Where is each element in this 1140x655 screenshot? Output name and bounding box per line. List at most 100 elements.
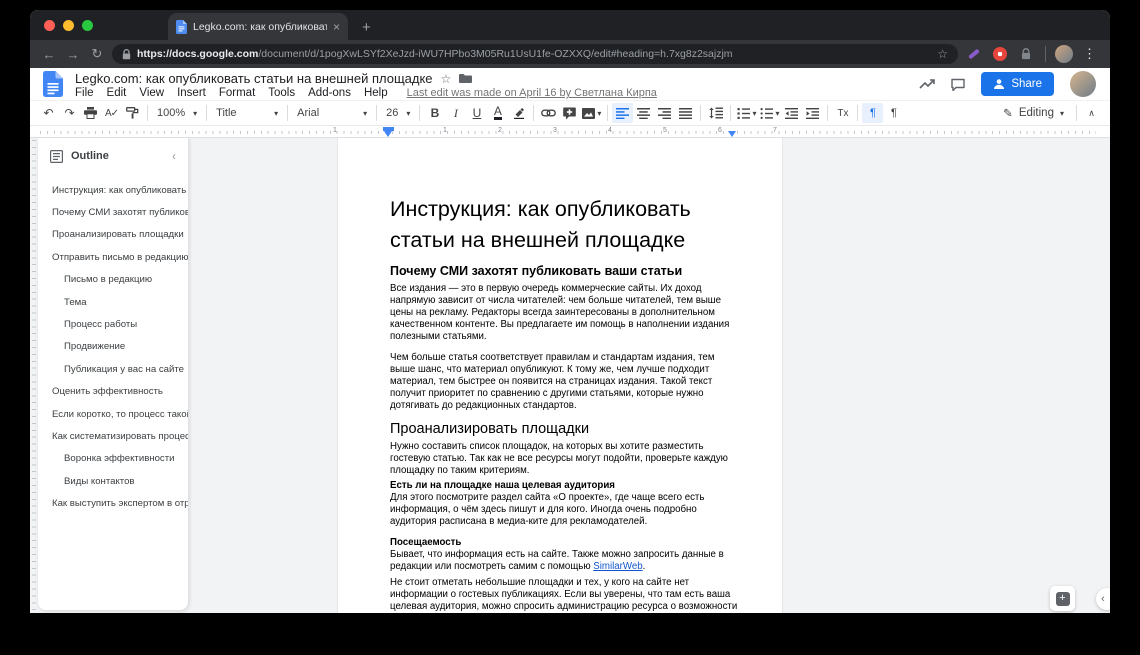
right-indent-marker[interactable]	[728, 131, 736, 137]
browser-profile-avatar[interactable]	[1055, 45, 1073, 63]
outline-item[interactable]: Процесс работы	[38, 313, 188, 335]
comments-icon[interactable]	[951, 78, 966, 91]
menu-item[interactable]: View	[139, 87, 164, 99]
outline-item[interactable]: Отправить письмо в редакцию	[38, 246, 188, 268]
redo-button[interactable]: ↷	[59, 103, 80, 123]
undo-button[interactable]: ↶	[38, 103, 59, 123]
insert-image-icon[interactable]: ▾	[580, 103, 603, 123]
back-button[interactable]: ←	[40, 47, 58, 62]
new-tab-button[interactable]: +	[362, 20, 371, 35]
highlight-color-icon[interactable]	[508, 103, 529, 123]
align-right-button[interactable]	[654, 103, 675, 123]
menu-item[interactable]: Add-ons	[308, 87, 351, 99]
outline-item[interactable]: Инструкция: как опубликовать с...	[38, 179, 188, 201]
increase-indent-button[interactable]	[802, 103, 823, 123]
ruler-number: 1	[443, 127, 447, 134]
add-comment-icon[interactable]	[559, 103, 580, 123]
menu-item[interactable]: File	[75, 87, 94, 99]
doc-paragraph[interactable]: Не стоит отметать небольшие площадки и т…	[390, 577, 738, 613]
font-size-select[interactable]: 26 ▾	[381, 103, 415, 123]
outline-item[interactable]: Виды контактов	[38, 470, 188, 492]
clear-formatting-button[interactable]: Tx	[832, 103, 853, 123]
browser-tab[interactable]: Legko.com: как опубликовать ×	[168, 13, 348, 40]
menu-item[interactable]: Edit	[107, 87, 127, 99]
outline-item[interactable]: Как систематизировать процесс	[38, 425, 188, 447]
left-indent-marker[interactable]	[384, 131, 392, 137]
zoom-select[interactable]: 100% ▾	[152, 103, 202, 123]
outline-item[interactable]: Как выступить экспертом в отр...	[38, 492, 188, 514]
chevron-down-icon: ▾	[406, 108, 411, 118]
underline-button[interactable]: U	[466, 103, 487, 123]
bookmark-star-icon[interactable]: ☆	[937, 47, 948, 61]
menu-item[interactable]: Tools	[268, 87, 295, 99]
insights-icon[interactable]	[919, 78, 936, 90]
doc-paragraph[interactable]: Для этого посмотрите раздел сайта «О про…	[390, 492, 738, 528]
doc-paragraph[interactable]: Нужно составить список площадок, на кото…	[390, 441, 738, 477]
print-icon[interactable]	[80, 103, 101, 123]
outline-item[interactable]: Почему СМИ захотят публикова...	[38, 201, 188, 223]
align-center-button[interactable]	[633, 103, 654, 123]
outline-item[interactable]: Публикация у вас на сайте	[38, 358, 188, 380]
share-button[interactable]: Share	[981, 72, 1054, 96]
outline-item[interactable]: Воронка эффективности	[38, 448, 188, 470]
minimize-window-button[interactable]	[63, 20, 74, 31]
menu-item[interactable]: Help	[364, 87, 388, 99]
text-direction-ltr-button[interactable]: ¶	[862, 103, 884, 123]
close-window-button[interactable]	[44, 20, 55, 31]
first-line-indent-marker[interactable]	[383, 127, 394, 131]
numbered-list-button[interactable]: ▾	[735, 103, 758, 123]
insert-link-icon[interactable]	[538, 103, 559, 123]
document-title[interactable]: Legko.com: как опубликовать статьи на вн…	[75, 71, 433, 86]
align-justify-button[interactable]	[675, 103, 696, 123]
font-select[interactable]: Arial ▾	[292, 103, 372, 123]
text-color-button[interactable]: A	[487, 103, 508, 123]
spellcheck-button[interactable]: A✓	[101, 103, 122, 123]
move-folder-icon[interactable]	[459, 73, 473, 84]
browser-menu-button[interactable]: ⋮	[1079, 46, 1100, 62]
outline-collapse-button[interactable]: ‹	[172, 149, 176, 163]
url-bar[interactable]: https://docs.google.com/document/d/1pogX…	[112, 44, 958, 64]
fullscreen-window-button[interactable]	[82, 20, 93, 31]
decrease-indent-button[interactable]	[781, 103, 802, 123]
docs-app-icon[interactable]	[43, 71, 63, 97]
hide-side-panel-button[interactable]: ‹	[1096, 588, 1110, 610]
outline-item[interactable]: Проанализировать площадки	[38, 224, 188, 246]
reload-button[interactable]: ↻	[88, 46, 106, 62]
document-page[interactable]: Инструкция: как опубликовать статьи на в…	[337, 138, 783, 613]
outline-item[interactable]: Если коротко, то процесс такой	[38, 403, 188, 425]
doc-paragraph[interactable]: Чем больше статья соответствует правилам…	[390, 352, 738, 412]
bold-button[interactable]: B	[424, 103, 445, 123]
star-document-icon[interactable]: ☆	[441, 72, 452, 86]
extension-record-icon[interactable]	[990, 44, 1010, 64]
doc-title-heading[interactable]: Инструкция: как опубликовать статьи на в…	[390, 194, 738, 256]
paint-format-icon[interactable]	[122, 103, 143, 123]
align-left-button[interactable]	[612, 103, 634, 123]
forward-button[interactable]: →	[64, 47, 82, 62]
collapse-toolbar-button[interactable]: ∧	[1081, 103, 1102, 123]
outline-item[interactable]: Письмо в редакцию	[38, 269, 188, 291]
explore-button[interactable]: +	[1050, 586, 1075, 611]
similarweb-link[interactable]: SimilarWeb	[593, 561, 642, 572]
text-direction-rtl-button[interactable]: ¶	[883, 103, 904, 123]
doc-heading-analyze[interactable]: Проанализировать площадки	[390, 421, 738, 438]
doc-subheading-traffic[interactable]: Посещаемость	[390, 537, 738, 549]
outline-item[interactable]: Тема	[38, 291, 188, 313]
outline-item[interactable]: Оценить эффективность	[38, 381, 188, 403]
extension-pen-icon[interactable]	[964, 44, 984, 64]
tab-close-button[interactable]: ×	[333, 21, 340, 33]
menu-item[interactable]: Insert	[177, 87, 206, 99]
doc-paragraph[interactable]: Все издания — это в первую очередь комме…	[390, 283, 738, 343]
bulleted-list-button[interactable]: ▾	[758, 103, 781, 123]
account-avatar[interactable]	[1070, 71, 1096, 97]
doc-paragraph[interactable]: Бывает, что информация есть на сайте. Та…	[390, 549, 738, 573]
mode-select[interactable]: ✎ Editing ▾	[995, 106, 1072, 120]
last-edit-link[interactable]: Last edit was made on April 16 by Светла…	[407, 87, 657, 99]
menu-item[interactable]: Format	[219, 87, 255, 99]
line-spacing-button[interactable]	[705, 103, 726, 123]
doc-heading-smi[interactable]: Почему СМИ захотят публиковать ваши стат…	[390, 264, 738, 278]
styles-select[interactable]: Title ▾	[211, 103, 283, 123]
doc-subheading-audience[interactable]: Есть ли на площадке наша целевая аудитор…	[390, 480, 738, 492]
outline-item[interactable]: Продвижение	[38, 336, 188, 358]
italic-button[interactable]: I	[445, 103, 466, 123]
extension-lock-icon[interactable]	[1016, 44, 1036, 64]
